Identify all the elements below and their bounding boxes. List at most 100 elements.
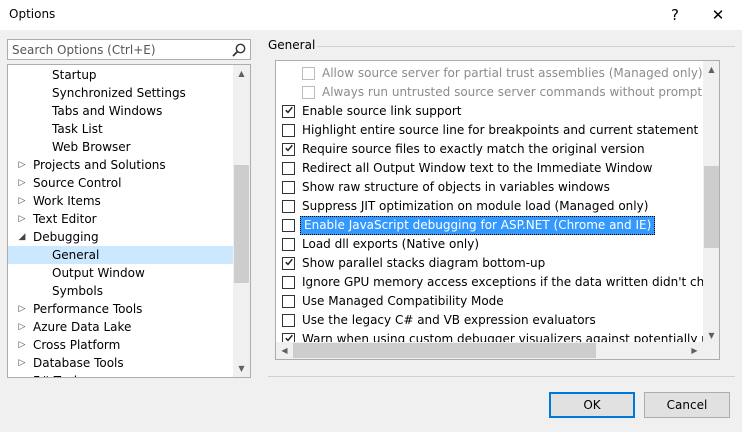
- scroll-up-arrow-icon[interactable]: ▲: [703, 61, 719, 78]
- option-label: Show parallel stacks diagram bottom-up: [302, 256, 546, 270]
- tree-item-label: General: [52, 248, 100, 262]
- tree-item[interactable]: Symbols: [8, 282, 233, 300]
- option-row[interactable]: Require source files to exactly match th…: [276, 140, 703, 159]
- tree-item[interactable]: Synchronized Settings: [8, 84, 233, 102]
- option-checkbox[interactable]: [282, 200, 295, 213]
- option-checkbox[interactable]: [282, 124, 295, 137]
- options-list: Allow source server for partial trust as…: [276, 64, 703, 344]
- options-vscrollbar[interactable]: ▲ ▼: [703, 61, 719, 344]
- collapsed-arrow-icon[interactable]: ▷: [16, 318, 28, 336]
- option-checkbox[interactable]: [282, 238, 295, 251]
- tree-item-label: Debugging: [33, 230, 99, 244]
- tree-item-label: Projects and Solutions: [33, 158, 166, 172]
- tree-item-label: Text Editor: [33, 212, 97, 226]
- cancel-button[interactable]: Cancel: [644, 392, 730, 418]
- options-hscrollbar[interactable]: ◀ ▶: [276, 342, 703, 359]
- option-label: Suppress JIT optimization on module load…: [302, 199, 649, 213]
- option-checkbox[interactable]: [282, 257, 295, 270]
- scroll-down-arrow-icon[interactable]: ▼: [233, 360, 250, 377]
- option-row[interactable]: Suppress JIT optimization on module load…: [276, 197, 703, 216]
- option-row[interactable]: Use the legacy C# and VB expression eval…: [276, 311, 703, 330]
- option-row[interactable]: Highlight entire source line for breakpo…: [276, 121, 703, 140]
- option-label: Allow source server for partial trust as…: [322, 66, 703, 80]
- tree-item[interactable]: Web Browser: [8, 138, 233, 156]
- tree-item[interactable]: Task List: [8, 120, 233, 138]
- option-label: Load dll exports (Native only): [302, 237, 480, 251]
- collapsed-arrow-icon[interactable]: ▷: [16, 192, 28, 210]
- option-row[interactable]: Redirect all Output Window text to the I…: [276, 159, 703, 178]
- checkmark-icon: [285, 144, 293, 152]
- scroll-right-arrow-icon[interactable]: ▶: [686, 342, 703, 359]
- option-row[interactable]: Enable JavaScript debugging for ASP.NET …: [276, 216, 703, 235]
- expanded-arrow-icon[interactable]: ◢: [16, 228, 28, 246]
- option-checkbox[interactable]: [282, 295, 295, 308]
- option-row[interactable]: Show parallel stacks diagram bottom-up: [276, 254, 703, 273]
- option-checkbox[interactable]: [282, 219, 295, 232]
- option-checkbox[interactable]: [282, 181, 295, 194]
- option-checkbox[interactable]: [282, 276, 295, 289]
- checkmark-icon: [285, 106, 293, 114]
- option-checkbox[interactable]: [302, 86, 315, 99]
- option-row[interactable]: Always run untrusted source server comma…: [276, 83, 703, 102]
- tree-item[interactable]: ▷ Cross Platform: [8, 336, 233, 354]
- collapsed-arrow-icon[interactable]: ▷: [16, 354, 28, 372]
- tree-item-label: Cross Platform: [33, 338, 121, 352]
- footer-divider: [268, 376, 735, 377]
- option-checkbox[interactable]: [282, 162, 295, 175]
- collapsed-arrow-icon[interactable]: ▷: [16, 300, 28, 318]
- collapsed-arrow-icon[interactable]: ▷: [16, 210, 28, 228]
- window-title: Options: [9, 7, 56, 21]
- option-row[interactable]: Allow source server for partial trust as…: [276, 64, 703, 83]
- option-label: Use Managed Compatibility Mode: [302, 294, 504, 308]
- tree-item[interactable]: ▷ Text Editor: [8, 210, 233, 228]
- search-input[interactable]: [8, 40, 228, 59]
- tree-scrollbar[interactable]: ▲ ▼: [233, 65, 250, 377]
- scroll-left-arrow-icon[interactable]: ◀: [276, 342, 293, 359]
- scroll-up-arrow-icon[interactable]: ▲: [233, 65, 250, 82]
- tree-item[interactable]: ▷ Database Tools: [8, 354, 233, 372]
- tree-item[interactable]: General: [8, 246, 233, 264]
- option-label: Require source files to exactly match th…: [302, 142, 645, 156]
- ok-button[interactable]: OK: [549, 392, 635, 418]
- close-button[interactable]: ✕: [700, 0, 736, 30]
- tree-scroll-thumb[interactable]: [234, 165, 249, 283]
- scroll-corner: [702, 342, 719, 359]
- collapsed-arrow-icon[interactable]: ▷: [16, 336, 28, 354]
- tree-item-label: Performance Tools: [33, 302, 143, 316]
- collapsed-arrow-icon[interactable]: ▷: [16, 372, 28, 377]
- option-row[interactable]: Load dll exports (Native only): [276, 235, 703, 254]
- option-checkbox[interactable]: [282, 105, 295, 118]
- group-divider: [318, 46, 735, 47]
- options-hscroll-thumb[interactable]: [293, 343, 596, 358]
- option-label: Ignore GPU memory access exceptions if t…: [302, 275, 703, 289]
- option-row[interactable]: Show raw structure of objects in variabl…: [276, 178, 703, 197]
- option-checkbox[interactable]: [302, 67, 315, 80]
- tree-item[interactable]: Startup: [8, 66, 233, 84]
- option-checkbox[interactable]: [282, 143, 295, 156]
- option-row[interactable]: Use Managed Compatibility Mode: [276, 292, 703, 311]
- collapsed-arrow-icon[interactable]: ▷: [16, 156, 28, 174]
- general-options-list: Allow source server for partial trust as…: [275, 60, 720, 360]
- option-row[interactable]: Ignore GPU memory access exceptions if t…: [276, 273, 703, 292]
- tree-item-label: Source Control: [33, 176, 122, 190]
- checkmark-icon: [285, 334, 293, 342]
- tree-item[interactable]: ▷ Projects and Solutions: [8, 156, 233, 174]
- tree-item-label: Task List: [52, 122, 103, 136]
- tree-item[interactable]: Output Window: [8, 264, 233, 282]
- tree-item-label: F# Tools: [33, 372, 83, 377]
- tree-item[interactable]: ▷ Azure Data Lake: [8, 318, 233, 336]
- option-row[interactable]: Enable source link support: [276, 102, 703, 121]
- tree-item[interactable]: Tabs and Windows: [8, 102, 233, 120]
- tree-item-label: Work Items: [33, 194, 101, 208]
- collapsed-arrow-icon[interactable]: ▷: [16, 174, 28, 192]
- tree-item[interactable]: ▷ Performance Tools: [8, 300, 233, 318]
- tree-item[interactable]: ▷ Work Items: [8, 192, 233, 210]
- search-icon[interactable]: [231, 42, 247, 58]
- tree-item[interactable]: ◢ Debugging: [8, 228, 233, 246]
- tree-item[interactable]: ▷ Source Control: [8, 174, 233, 192]
- tree-list: Startup Synchronized Settings Tabs and Win…: [8, 66, 233, 377]
- option-checkbox[interactable]: [282, 314, 295, 327]
- help-button[interactable]: ?: [657, 0, 693, 30]
- tree-item[interactable]: ▷ F# Tools: [8, 372, 233, 377]
- options-vscroll-thumb[interactable]: [704, 166, 719, 248]
